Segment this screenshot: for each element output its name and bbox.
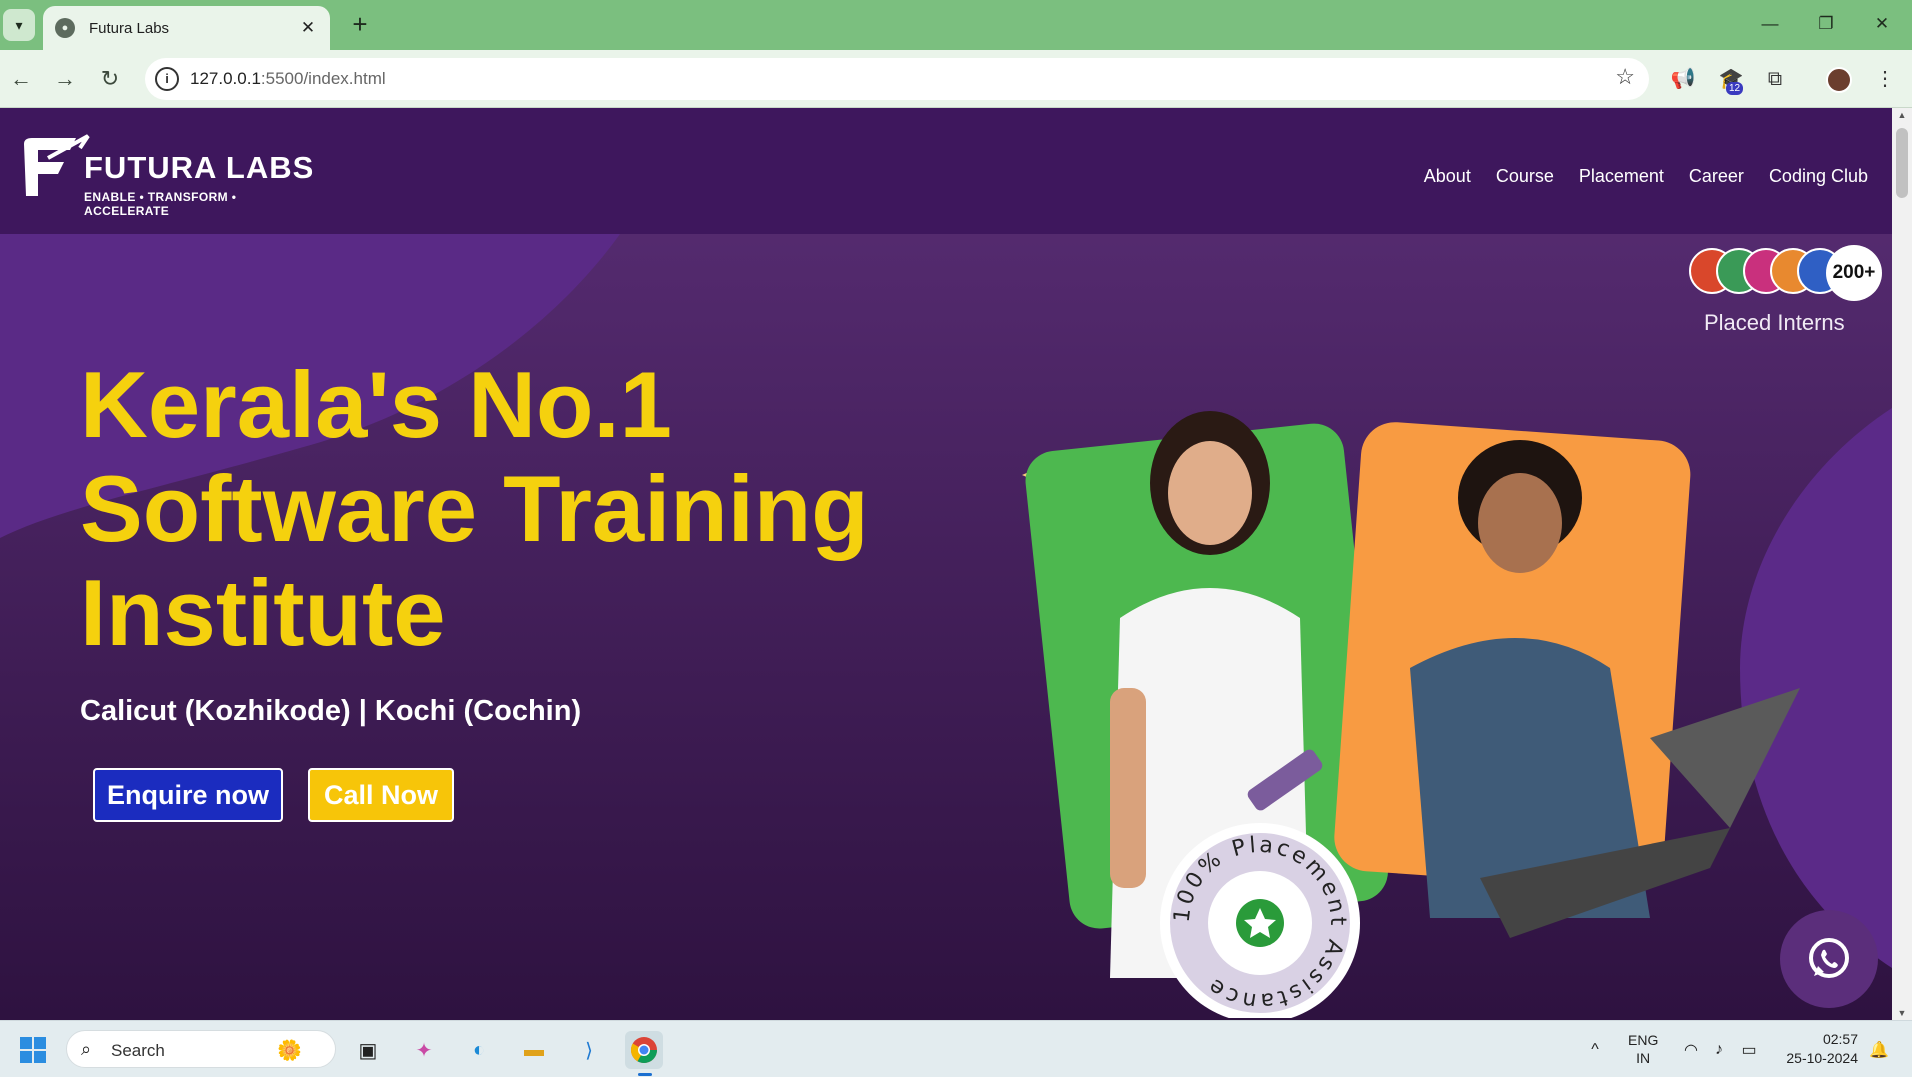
windows-start-icon[interactable] — [14, 1031, 52, 1069]
futura-labs-logo[interactable]: FUTURA LABS ENABLE • TRANSFORM • ACCELER… — [18, 134, 318, 218]
site-info-icon[interactable]: i — [155, 67, 179, 91]
placed-interns-widget: 200+ Placed Interns — [1689, 245, 1882, 378]
futura-f-logo-icon — [24, 134, 90, 196]
chrome-menu-icon[interactable]: ⋮ — [1870, 64, 1900, 94]
globe-icon: ● — [55, 18, 75, 38]
page-scrollbar[interactable]: ▲ ▼ — [1892, 108, 1912, 1020]
tab-title: Futura Labs — [89, 19, 170, 37]
search-label: Search — [111, 1041, 165, 1060]
windows-taskbar: ⌕ Search 🌼 ▣ ✦ ◐ ▬ ⟩ ^ ENG IN ◠ ♪ ▭ 02:5… — [0, 1020, 1912, 1077]
edge-icon[interactable]: ◐ — [460, 1031, 498, 1069]
search-icon: ⌕ — [81, 1039, 92, 1059]
new-tab-button[interactable]: + — [345, 8, 375, 40]
call-now-button[interactable]: Call Now — [308, 768, 454, 822]
nav-placement[interactable]: Placement — [1579, 166, 1664, 187]
hero-title: Kerala's No.1 Software Training Institut… — [80, 353, 920, 665]
task-view-icon[interactable]: ▣ — [349, 1031, 387, 1069]
interns-label: Placed Interns — [1704, 310, 1845, 335]
tab-search-icon[interactable]: ▾ — [3, 9, 35, 41]
site-header: FUTURA LABS ENABLE • TRANSFORM • ACCELER… — [0, 108, 1892, 234]
nav-coding-club[interactable]: Coding Club — [1769, 166, 1868, 187]
taskbar-search[interactable]: ⌕ Search 🌼 — [66, 1030, 336, 1068]
restore-icon[interactable]: ❐ — [1806, 8, 1846, 40]
hero-title-line: Institute — [80, 560, 446, 665]
url-path: :5500/index.html — [260, 69, 386, 88]
clock-time: 02:57 — [1822, 1031, 1858, 1047]
clock[interactable]: 02:57 25-10-2024 — [1780, 1030, 1858, 1068]
nav-career[interactable]: Career — [1689, 166, 1744, 187]
extension-badge: 12 — [1726, 82, 1744, 95]
extensions-puzzle-icon[interactable]: ⧉ — [1760, 64, 1790, 94]
battery-icon[interactable]: ▭ — [1730, 1031, 1768, 1069]
copilot-icon[interactable]: ✦ — [405, 1031, 443, 1069]
interns-count-badge: 200+ — [1826, 245, 1882, 301]
whatsapp-button[interactable] — [1780, 910, 1878, 1008]
nav-about[interactable]: About — [1424, 166, 1471, 187]
main-nav: About Course Placement Career Coding Clu… — [1424, 166, 1868, 187]
whatsapp-icon — [1809, 938, 1849, 978]
close-window-icon[interactable]: ✕ — [1862, 8, 1902, 40]
tray-chevron-up-icon[interactable]: ^ — [1576, 1031, 1614, 1069]
close-tab-icon[interactable]: ✕ — [298, 18, 318, 38]
brand-name: FUTURA LABS — [84, 150, 315, 185]
notification-bell-icon[interactable]: 🔔 — [1860, 1031, 1898, 1069]
url-host: 127.0.0.1 — [190, 69, 261, 88]
browser-toolbar: ← → ↻ i 127.0.0.1:5500/index.html ☆ 📢 🎓 … — [0, 50, 1912, 108]
hero-illustration: 100% Placement Assistance — [1022, 411, 1800, 1018]
url-text[interactable]: 127.0.0.1:5500/index.html — [190, 69, 386, 89]
language-code: ENG — [1628, 1032, 1659, 1048]
hero-title-line: Software Training — [80, 456, 869, 561]
hero-title-line: Kerala's No.1 — [80, 352, 672, 457]
scroll-down-icon[interactable]: ▼ — [1892, 1008, 1912, 1018]
scroll-up-icon[interactable]: ▲ — [1892, 110, 1912, 120]
megaphone-extension-icon[interactable]: 📢 — [1668, 64, 1698, 94]
scrollbar-thumb[interactable] — [1896, 128, 1908, 198]
clock-date: 25-10-2024 — [1786, 1050, 1858, 1066]
tab-strip: ▾ ● Futura Labs ✕ + — ❐ ✕ — [0, 0, 1912, 50]
enquire-now-button[interactable]: Enquire now — [93, 768, 283, 822]
back-icon[interactable]: ← — [4, 62, 38, 96]
minimize-icon[interactable]: — — [1750, 8, 1790, 40]
bookmark-star-icon[interactable]: ☆ — [1615, 64, 1635, 90]
profile-avatar[interactable] — [1824, 64, 1854, 94]
hero-locations: Calicut (Kozhikode) | Kochi (Cochin) — [80, 695, 582, 727]
file-explorer-icon[interactable]: ▬ — [515, 1031, 553, 1069]
web-page: FUTURA LABS ENABLE • TRANSFORM • ACCELER… — [0, 108, 1892, 1020]
active-app-indicator — [638, 1073, 652, 1076]
browser-tab[interactable]: ● Futura Labs ✕ — [43, 6, 330, 50]
region-code: IN — [1636, 1050, 1651, 1066]
placement-badge: 100% Placement Assistance — [1160, 823, 1360, 1018]
forward-icon[interactable]: → — [48, 62, 82, 96]
nav-course[interactable]: Course — [1496, 166, 1554, 187]
vscode-icon[interactable]: ⟩ — [570, 1031, 608, 1069]
chrome-icon[interactable] — [625, 1031, 663, 1069]
search-highlight-icon: 🌼 — [277, 1040, 302, 1062]
address-bar[interactable]: i 127.0.0.1:5500/index.html ☆ — [145, 58, 1649, 100]
language-indicator[interactable]: ENG IN — [1628, 1031, 1658, 1067]
reload-icon[interactable]: ↻ — [93, 62, 127, 96]
brand-tagline: ENABLE • TRANSFORM • ACCELERATE — [84, 190, 237, 218]
